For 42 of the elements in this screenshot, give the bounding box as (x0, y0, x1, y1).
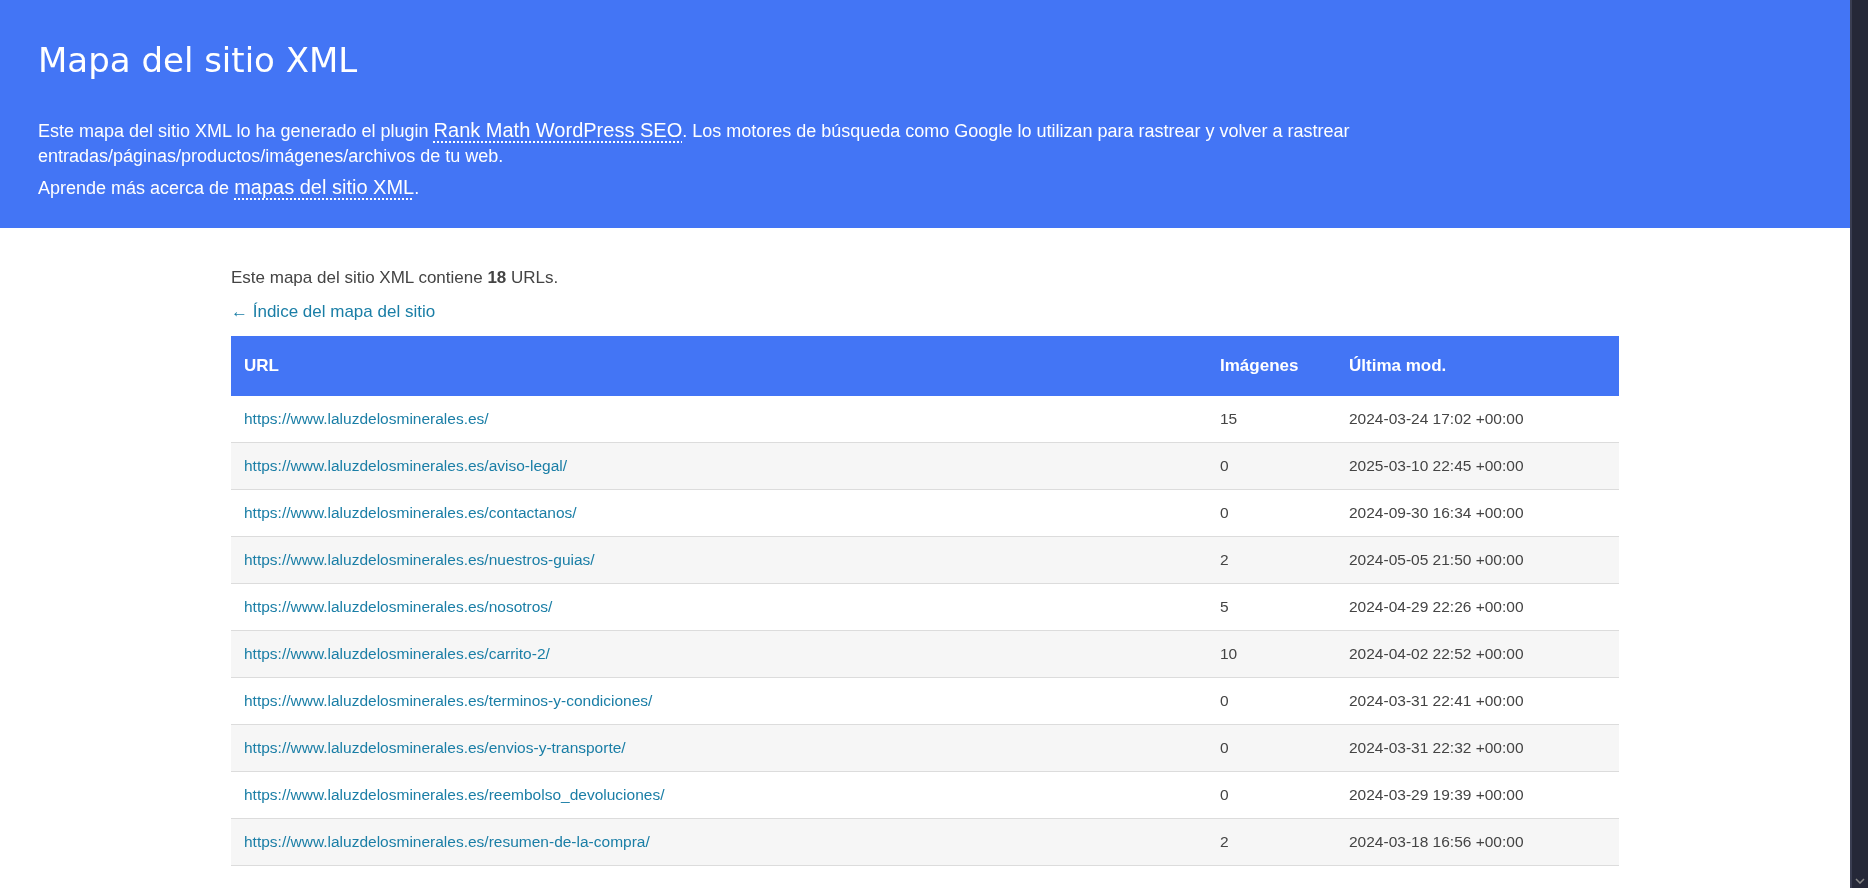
images-cell: 2 (1207, 818, 1336, 866)
url-link[interactable]: https://www.laluzdelosminerales.es/ (244, 410, 489, 427)
modified-cell: 2024-03-29 19:39 +00:00 (1336, 771, 1619, 819)
url-link[interactable]: https://www.laluzdelosminerales.es/carrito-2/ (244, 645, 550, 662)
modified-cell: 2024-04-02 22:52 +00:00 (1336, 630, 1619, 678)
modified-cell: 2024-09-30 16:34 +00:00 (1336, 489, 1619, 537)
url-link[interactable]: https://www.laluzdelosminerales.es/terminos-y-condiciones/ (244, 692, 653, 709)
scrollbar[interactable] (1850, 0, 1868, 888)
learn-more-text: Aprende más acerca de mapas del sitio XML. (38, 175, 421, 200)
modified-cell: 2024-04-29 22:26 +00:00 (1336, 583, 1619, 631)
url-link[interactable]: https://www.laluzdelosminerales.es/resumen-de-la-compra/ (244, 833, 650, 850)
url-link[interactable]: https://www.laluzdelosminerales.es/aviso-legal/ (244, 457, 568, 474)
modified-cell: 2024-05-05 21:50 +00:00 (1336, 536, 1619, 584)
images-cell: 2 (1207, 536, 1336, 584)
url-count-text: Este mapa del sitio XML contiene 18 URLs. (231, 268, 560, 288)
scroll-down-icon[interactable] (1855, 878, 1865, 884)
sitemap-index-link[interactable]: ← Índice del mapa del sitio (231, 302, 436, 322)
modified-cell: 2024-03-18 16:56 +00:00 (1336, 818, 1619, 866)
url-link[interactable]: https://www.laluzdelosminerales.es/envios-y-transporte/ (244, 739, 626, 756)
page-title: Mapa del sitio XML (38, 40, 358, 80)
url-link[interactable]: https://www.laluzdelosminerales.es/nosotros/ (244, 598, 553, 615)
modified-cell: 2024-03-31 22:32 +00:00 (1336, 724, 1619, 772)
modified-cell: 2024-03-24 17:02 +00:00 (1336, 396, 1619, 443)
url-link[interactable]: https://www.laluzdelosminerales.es/reembolso_devoluciones/ (244, 786, 665, 803)
column-header: Imágenes (1207, 336, 1336, 396)
plugin-link[interactable]: Rank Math WordPress SEO (433, 119, 683, 141)
images-cell: 0 (1207, 489, 1336, 537)
images-cell: 15 (1207, 396, 1336, 443)
images-cell: 0 (1207, 677, 1336, 725)
images-cell: 0 (1207, 442, 1336, 490)
column-header: Última mod. (1336, 336, 1619, 396)
column-header: URL (231, 336, 1207, 396)
images-cell: 10 (1207, 630, 1336, 678)
images-cell: 5 (1207, 583, 1336, 631)
sitemaps-link[interactable]: mapas del sitio XML (234, 176, 415, 198)
images-cell: 0 (1207, 724, 1336, 772)
url-link[interactable]: https://www.laluzdelosminerales.es/contactanos/ (244, 504, 577, 521)
url-link[interactable]: https://www.laluzdelosminerales.es/nuestros-guias/ (244, 551, 595, 568)
intro-text: Este mapa del sitio XML lo ha generado el plugin Rank Math WordPress SEO. Los motores de búsqueda como Google lo utilizan para rastrear y volver a rastrear entradas/páginas/productos/imágenes/archivos de tu web. (38, 118, 1351, 168)
modified-cell: 2024-03-31 22:41 +00:00 (1336, 677, 1619, 725)
images-cell: 0 (1207, 771, 1336, 819)
modified-cell: 2025-03-10 22:45 +00:00 (1336, 442, 1619, 490)
